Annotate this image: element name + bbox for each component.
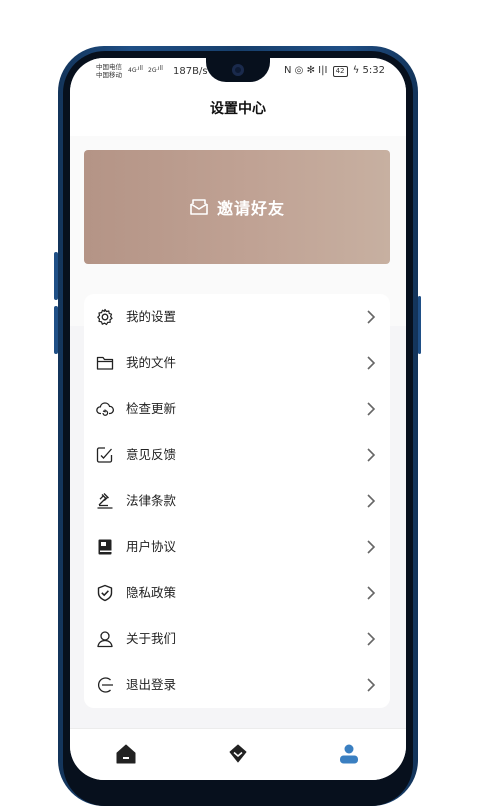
chevron-right-icon [367, 632, 376, 646]
invite-friends-button[interactable]: 邀请好友 [84, 150, 390, 264]
menu-item-label: 检查更新 [126, 401, 177, 416]
menu-item-label: 我的文件 [126, 355, 177, 370]
shield-check-icon [97, 584, 113, 602]
menu-item-label: 意见反馈 [126, 447, 177, 462]
chevron-right-icon [367, 448, 376, 462]
logout-icon [98, 677, 113, 693]
folder-icon [96, 356, 114, 370]
bottom-tab-bar [70, 728, 406, 780]
menu-item-logout[interactable]: 退出登录 [84, 662, 390, 708]
diamond-icon[interactable] [227, 743, 249, 765]
menu-item-settings[interactable]: 我的设置 [84, 294, 390, 340]
menu-item-label: 我的设置 [126, 309, 177, 324]
clock: 5:32 [362, 65, 385, 76]
chevron-right-icon [367, 540, 376, 554]
menu-item-about[interactable]: 关于我们 [84, 616, 390, 662]
volume-down-button [54, 306, 58, 354]
status-bar: 中国电信 中国移动 4G .ıll 2G .ıll 187B/s N ◎ ✻ I… [70, 58, 406, 86]
chevron-right-icon [367, 494, 376, 508]
chevron-right-icon [367, 310, 376, 324]
carrier-2: 中国移动 [96, 71, 122, 79]
power-button [418, 296, 421, 354]
signal-icon-2: .ıll [156, 65, 163, 72]
menu-item-label: 用户协议 [126, 539, 177, 554]
cloud-refresh-icon [96, 402, 114, 416]
home-icon[interactable] [115, 743, 137, 765]
chevron-right-icon [367, 356, 376, 370]
volume-up-button [54, 252, 58, 300]
menu-item-label: 法律条款 [126, 493, 177, 508]
chevron-right-icon [367, 586, 376, 600]
menu-item-legal[interactable]: 法律条款 [84, 478, 390, 524]
camera [232, 64, 244, 76]
net-speed: 187B/s [173, 66, 208, 77]
menu-item-user-agreement[interactable]: 用户协议 [84, 524, 390, 570]
notch [206, 58, 270, 82]
mail-icon [190, 199, 208, 215]
menu-item-label: 隐私政策 [126, 585, 177, 600]
signal-icon: .ıll [136, 65, 143, 72]
charging-icon: ϟ [352, 65, 360, 76]
battery-icon: 42 [332, 66, 348, 77]
menu-item-privacy[interactable]: 隐私政策 [84, 570, 390, 616]
book-icon [98, 539, 112, 555]
app-screen: 中国电信 中国移动 4G .ıll 2G .ıll 187B/s N ◎ ✻ I… [70, 58, 406, 780]
feedback-edit-icon [96, 447, 113, 463]
menu-item-label: 退出登录 [126, 677, 177, 692]
gavel-icon [97, 493, 113, 509]
user-icon[interactable] [338, 743, 360, 765]
menu-item-feedback[interactable]: 意见反馈 [84, 432, 390, 478]
status-icons: N ◎ ✻ I|I [284, 65, 328, 76]
person-icon [97, 631, 113, 648]
gear-icon [97, 308, 113, 326]
menu-item-label: 关于我们 [126, 631, 177, 646]
settings-menu: 我的设置 我的文件 检查更新 意见反馈 法律条款 用户协议 隐私政策 关于我们 … [84, 294, 390, 708]
invite-label: 邀请好友 [216, 199, 285, 218]
header: 设置中心 [70, 86, 406, 136]
chevron-right-icon [367, 678, 376, 692]
page-title: 设置中心 [210, 101, 266, 117]
menu-item-check-update[interactable]: 检查更新 [84, 386, 390, 432]
chevron-right-icon [367, 402, 376, 416]
carrier-1: 中国电信 [96, 63, 122, 71]
menu-item-files[interactable]: 我的文件 [84, 340, 390, 386]
